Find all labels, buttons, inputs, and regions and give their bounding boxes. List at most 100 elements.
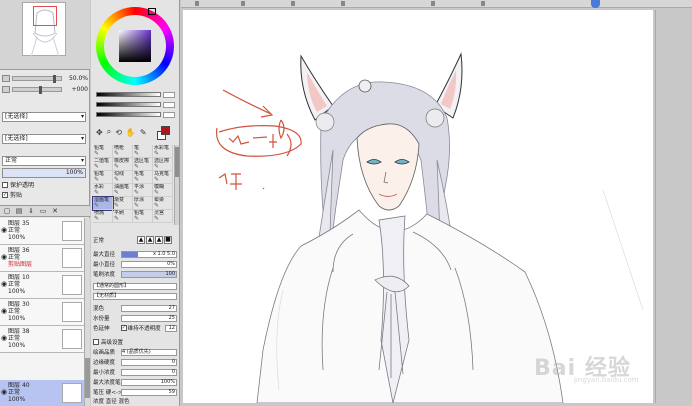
color-slider-row[interactable] bbox=[96, 91, 175, 98]
color-slider-value[interactable] bbox=[163, 91, 175, 98]
protect-transparency-checkbox[interactable]: 保护透明 bbox=[2, 180, 34, 189]
rotate-button[interactable] bbox=[2, 85, 10, 93]
angle-slider[interactable] bbox=[12, 85, 62, 94]
angle-slider-knob[interactable] bbox=[39, 85, 42, 94]
tool-grid-scrollbar[interactable] bbox=[174, 145, 179, 225]
max-size-slider[interactable]: x 1.0 5.0 bbox=[121, 250, 177, 258]
clip-checkbox[interactable]: ✓ 剪贴 bbox=[2, 190, 22, 199]
zoom-slider-knob[interactable] bbox=[53, 74, 56, 83]
tool-button[interactable]: 渐变 ✎ bbox=[113, 197, 133, 210]
tool-button[interactable]: 选区擦 ✎ bbox=[153, 158, 173, 171]
tool-button[interactable]: 勾线 ✎ bbox=[113, 171, 133, 184]
tool-button[interactable]: 喷溅 ✎ bbox=[93, 210, 113, 223]
delete-layer-icon[interactable]: ✕ bbox=[51, 207, 59, 215]
layer-mode-select[interactable]: 正常 ▾ bbox=[2, 156, 86, 166]
pressure-options-row[interactable]: 浓度 直径 混色 bbox=[93, 397, 177, 405]
max-size-row[interactable]: 最大直径 x 1.0 5.0 bbox=[93, 250, 177, 258]
color-slider[interactable] bbox=[96, 112, 161, 117]
tool-button[interactable]: 铅笔 ✎ bbox=[93, 145, 113, 158]
color-slider[interactable] bbox=[96, 92, 161, 97]
scrollbar-thumb[interactable] bbox=[175, 147, 179, 177]
tool-button[interactable]: 模糊 ✎ bbox=[153, 184, 173, 197]
layer-list-scrollbar[interactable] bbox=[84, 218, 90, 406]
pressure-row[interactable]: 笔压 硬<->软 59 bbox=[93, 388, 177, 396]
new-folder-icon[interactable]: ▤ bbox=[15, 207, 23, 215]
tool-button[interactable]: 二值笔 ✎ bbox=[93, 158, 113, 171]
tool-button[interactable]: 选区笔 ✎ bbox=[133, 158, 153, 171]
min-size-slider[interactable]: 0% bbox=[121, 260, 177, 268]
eye-icon[interactable]: ◉ bbox=[1, 280, 7, 288]
tool-button[interactable]: 平刷 ✎ bbox=[113, 210, 133, 223]
min-size-row[interactable]: 最小直径 0% bbox=[93, 260, 177, 268]
rotate-icon[interactable]: ⟲ bbox=[115, 128, 122, 137]
selection-source-select-1[interactable]: [无选择] ▾ bbox=[2, 112, 86, 122]
tool-button[interactable]: 灵宫 ✎ bbox=[153, 210, 173, 223]
eyedropper-icon[interactable]: ✎ bbox=[140, 128, 147, 137]
eye-icon[interactable]: ◉ bbox=[1, 253, 7, 261]
tool-button[interactable]: 喷枪 ✎ bbox=[113, 145, 133, 158]
keep-slider[interactable]: 12 bbox=[165, 324, 177, 332]
brush-shape-row[interactable]: 【通常的圆形】 bbox=[93, 282, 177, 290]
layer-row[interactable]: ◉ 图层 35 正常 100% bbox=[0, 218, 84, 245]
min-density-slider[interactable]: 0 bbox=[121, 368, 177, 376]
color-wheel[interactable] bbox=[96, 7, 174, 85]
selection-source-select-2[interactable]: [无选择] ▾ bbox=[2, 134, 86, 144]
saturation-value-square[interactable] bbox=[119, 30, 151, 62]
shield-icon[interactable] bbox=[591, 0, 600, 8]
checkbox-box[interactable]: ✓ bbox=[2, 191, 8, 198]
density-row[interactable]: 笔刷浓度 100 bbox=[93, 270, 177, 278]
pressure-slider[interactable]: 59 bbox=[121, 388, 177, 396]
tool-button[interactable]: 毛笔 ✎ bbox=[133, 171, 153, 184]
layer-row-selected[interactable]: ◉ 图层 40 正常 100% bbox=[0, 380, 84, 406]
edge-hardness-slider[interactable]: 0 bbox=[121, 358, 177, 366]
tool-button[interactable]: 晕染 ✎ bbox=[153, 197, 173, 210]
color-slider-row[interactable] bbox=[96, 101, 175, 108]
brush-shape-button[interactable]: ▲ bbox=[155, 236, 163, 244]
eye-icon[interactable]: ◉ bbox=[1, 334, 7, 342]
clear-layer-icon[interactable]: ▭ bbox=[39, 207, 47, 215]
quality-row[interactable]: 绘画品质 4 (品质优先) bbox=[93, 348, 177, 356]
scrollbar-thumb[interactable] bbox=[85, 358, 90, 398]
brush-shape-button[interactable]: ■ bbox=[164, 236, 172, 244]
color-slider[interactable] bbox=[96, 102, 161, 107]
max-density-slider[interactable]: 100% bbox=[121, 378, 177, 386]
water-row[interactable]: 水份量 25 bbox=[93, 314, 177, 322]
checkbox-box[interactable] bbox=[2, 181, 8, 188]
brush-texture-select[interactable]: 【无材质】 bbox=[93, 292, 177, 300]
tool-button[interactable]: 厚涂 ✎ bbox=[133, 197, 153, 210]
hand-icon[interactable]: ✋ bbox=[126, 128, 136, 137]
edge-hardness-row[interactable]: 边缘硬度 0 bbox=[93, 358, 177, 366]
layer-row[interactable]: ◉ 图层 10 正常 100% bbox=[0, 272, 84, 299]
navigator-viewport-frame[interactable] bbox=[33, 6, 57, 26]
brush-shape-select[interactable]: 【通常的圆形】 bbox=[93, 282, 177, 290]
density-slider[interactable]: 100 bbox=[121, 270, 177, 278]
merge-layer-icon[interactable]: ⇓ bbox=[27, 207, 35, 215]
tool-button[interactable]: 笔 ✎ bbox=[133, 145, 153, 158]
min-density-row[interactable]: 最小浓度 0 bbox=[93, 368, 177, 376]
color-slider-row[interactable] bbox=[96, 111, 175, 118]
tool-button[interactable]: 平涂 ✎ bbox=[133, 184, 153, 197]
layer-opacity-slider[interactable]: 100% bbox=[2, 168, 86, 178]
tool-button[interactable]: 铅笔 ✎ bbox=[133, 210, 153, 223]
eye-icon[interactable]: ◉ bbox=[1, 388, 7, 396]
mix-row[interactable]: 混色 27 bbox=[93, 304, 177, 312]
navigator-panel[interactable] bbox=[0, 0, 90, 70]
tool-button[interactable]: 水彩笔 ✎ bbox=[153, 145, 173, 158]
brush-shape-button[interactable]: ▲ bbox=[137, 236, 145, 244]
layer-row[interactable]: ◉ 图层 38 正常 100% bbox=[0, 326, 84, 353]
zoom-icon[interactable]: ⌕ bbox=[107, 127, 111, 137]
tool-button[interactable]: 湿画笔 ✎ bbox=[92, 196, 114, 211]
water-slider[interactable]: 25 bbox=[121, 314, 177, 322]
color-slider-value[interactable] bbox=[163, 101, 175, 108]
color-slider-value[interactable] bbox=[163, 111, 175, 118]
layer-row[interactable]: ◉ 图层 30 正常 100% bbox=[0, 299, 84, 326]
eye-icon[interactable]: ◉ bbox=[1, 307, 7, 315]
layer-row[interactable]: ◉ 图层 36 正常 剪贴图层 bbox=[0, 245, 84, 272]
eye-icon[interactable]: ◉ bbox=[1, 226, 7, 234]
brush-texture-row[interactable]: 【无材质】 bbox=[93, 292, 177, 300]
new-layer-icon[interactable]: ▢ bbox=[3, 207, 11, 215]
navigator-thumbnail[interactable] bbox=[22, 2, 66, 58]
quality-select[interactable]: 4 (品质优先) bbox=[121, 348, 177, 356]
brush-shape-button[interactable]: ▲ bbox=[146, 236, 154, 244]
tool-button[interactable]: 水彩 ✎ bbox=[93, 184, 113, 197]
